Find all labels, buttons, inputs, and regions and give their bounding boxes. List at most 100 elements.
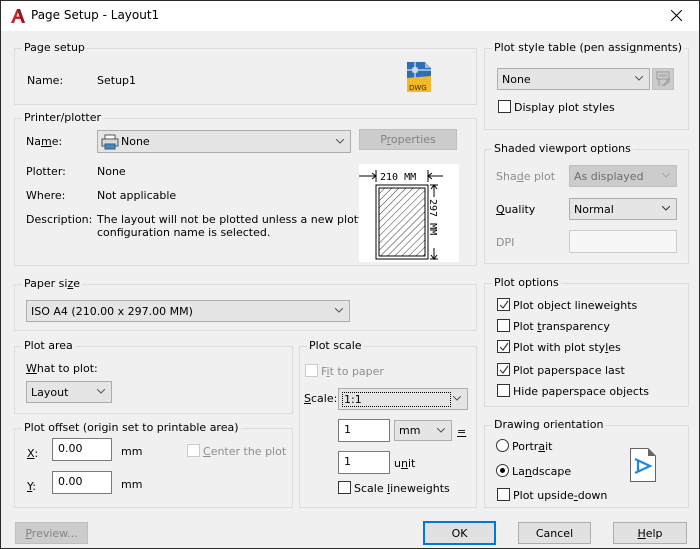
landscape-radio[interactable] <box>496 464 509 477</box>
printer-plotter-group: Printer/plotter Name: None Properties Pl… <box>14 111 477 266</box>
plot-scale-group-label: Plot scale <box>307 339 364 352</box>
portrait-radio[interactable] <box>496 439 509 452</box>
page-setup-name-value: Setup1 <box>97 74 137 87</box>
drawing-orientation-group: Drawing orientation Portrait Landscape P… <box>484 418 689 508</box>
printer-icon <box>101 134 119 150</box>
plot-option-label: Plot paperspace last <box>513 364 625 377</box>
plot-option-checkbox[interactable] <box>497 363 510 376</box>
what-to-plot-value: Layout <box>31 385 69 399</box>
page-setup-group-label: Page setup <box>22 41 87 54</box>
plot-upside-down-checkbox[interactable] <box>497 488 510 501</box>
cancel-button[interactable]: Cancel <box>518 522 591 544</box>
plot-style-table-group-label: Plot style table (pen assignments) <box>492 41 684 54</box>
preview-width-text: 210 MM <box>380 172 416 183</box>
fit-to-paper-label: Fit to paper <box>321 365 384 378</box>
plot-area-group: Plot area What to plot: Layout <box>14 339 293 414</box>
portrait-label: Portrait <box>512 440 553 453</box>
chevron-down-icon <box>662 206 670 211</box>
scale-unit-dropdown[interactable]: mm <box>394 420 452 441</box>
plot-option-checkbox[interactable] <box>497 384 510 397</box>
offset-y-unit: mm <box>121 478 143 491</box>
plot-style-edit-button[interactable] <box>652 68 674 90</box>
quality-dropdown[interactable]: Normal <box>569 198 677 220</box>
quality-value: Normal <box>574 202 614 216</box>
properties-button[interactable]: Properties <box>359 129 457 150</box>
offset-x-input[interactable]: 0.00 <box>52 438 112 461</box>
printer-name-dropdown[interactable]: None <box>97 130 351 153</box>
scale-dropdown[interactable]: 1:1 <box>338 388 468 410</box>
plot-style-table-dropdown[interactable]: None <box>497 68 650 90</box>
display-plot-styles-checkbox[interactable] <box>498 100 511 113</box>
plot-option-item[interactable]: Plot transparency <box>497 319 677 335</box>
chevron-down-icon <box>437 427 445 433</box>
scale-unit-input[interactable]: 1 <box>338 451 390 474</box>
plotter-label: Plotter: <box>26 165 66 178</box>
scale-equals: = <box>457 425 467 438</box>
drawing-orientation-group-label: Drawing orientation <box>492 418 606 431</box>
what-to-plot-label: What to plot: <box>26 362 98 375</box>
chevron-down-icon <box>336 138 344 144</box>
plotter-value: None <box>97 165 126 178</box>
what-to-plot-dropdown[interactable]: Layout <box>26 381 112 403</box>
preview-button[interactable]: Preview... <box>15 522 88 544</box>
chevron-down-icon <box>635 76 643 81</box>
plot-style-edit-icon <box>656 71 671 87</box>
dwg-file-icon: DWG <box>407 62 431 95</box>
scale-lineweights-checkbox[interactable] <box>338 481 351 494</box>
checkmark-icon <box>499 365 509 374</box>
plot-offset-group-label: Plot offset (origin set to printable are… <box>22 421 241 434</box>
plot-option-item[interactable]: Hide paperspace objects <box>497 384 677 400</box>
plot-options-group: Plot options Plot object lineweights Plo… <box>484 276 689 407</box>
plot-area-group-label: Plot area <box>22 339 75 352</box>
plot-option-item[interactable]: Plot with plot styles <box>497 340 677 356</box>
plot-option-checkbox[interactable] <box>497 319 510 332</box>
svg-text:DWG: DWG <box>409 84 427 92</box>
landscape-orientation-icon <box>630 448 656 485</box>
paper-size-group-label: Paper size <box>22 277 82 290</box>
shade-plot-value: As displayed <box>574 169 644 183</box>
quality-label: Quality <box>496 203 536 216</box>
shade-plot-label: Shade plot <box>496 170 556 183</box>
scale-label: Scale: <box>304 392 338 405</box>
paper-size-dropdown[interactable]: ISO A4 (210.00 x 297.00 MM) <box>26 300 350 322</box>
dpi-label: DPI <box>496 236 515 249</box>
page-setup-dialog: Page Setup - Layout1 Page setup Name: Se… <box>0 0 700 549</box>
offset-y-label: Y: <box>27 480 36 493</box>
landscape-label: Landscape <box>512 465 572 478</box>
printer-name-value: None <box>121 135 150 148</box>
plot-option-label: Plot with plot styles <box>513 341 621 354</box>
plot-option-label: Plot object lineweights <box>513 299 638 312</box>
shade-plot-dropdown[interactable]: As displayed <box>569 165 677 187</box>
description-line-2: configuration name is selected. <box>97 226 271 239</box>
scale-mm-input[interactable]: 1 <box>338 419 390 442</box>
offset-x-unit: mm <box>121 445 143 458</box>
chevron-down-icon <box>97 389 105 394</box>
window-title: Page Setup - Layout1 <box>31 8 160 22</box>
checkmark-icon <box>499 342 509 351</box>
offset-y-input[interactable]: 0.00 <box>52 471 112 494</box>
plot-option-item[interactable]: Plot paperspace last <box>497 363 677 379</box>
where-value: Not applicable <box>97 189 177 202</box>
shaded-viewport-group: Shaded viewport options Shade plot As di… <box>484 142 689 264</box>
plot-upside-down-label: Plot upside-down <box>513 489 608 502</box>
ok-button[interactable]: OK <box>423 521 496 545</box>
help-button[interactable]: Help <box>613 522 687 544</box>
close-icon <box>671 10 682 21</box>
printer-name-label: Name: <box>26 135 63 148</box>
shaded-viewport-group-label: Shaded viewport options <box>492 142 633 155</box>
plot-option-checkbox[interactable] <box>497 298 510 311</box>
dpi-input[interactable] <box>569 230 677 253</box>
plot-style-table-group: Plot style table (pen assignments) None … <box>484 41 689 130</box>
chevron-down-icon <box>453 396 461 401</box>
where-label: Where: <box>26 189 66 202</box>
paper-size-value: ISO A4 (210.00 x 297.00 MM) <box>31 304 193 318</box>
plot-option-item[interactable]: Plot object lineweights <box>497 298 677 314</box>
offset-x-label: X: <box>27 447 39 460</box>
chevron-down-icon <box>662 173 670 178</box>
plot-option-label: Plot transparency <box>513 320 610 333</box>
paper-preview: 210 MM 297 MM <box>359 164 459 262</box>
plot-option-checkbox[interactable] <box>497 340 510 353</box>
fit-to-paper-checkbox[interactable] <box>305 364 318 377</box>
close-button[interactable] <box>655 1 699 31</box>
center-plot-checkbox[interactable] <box>187 444 200 457</box>
